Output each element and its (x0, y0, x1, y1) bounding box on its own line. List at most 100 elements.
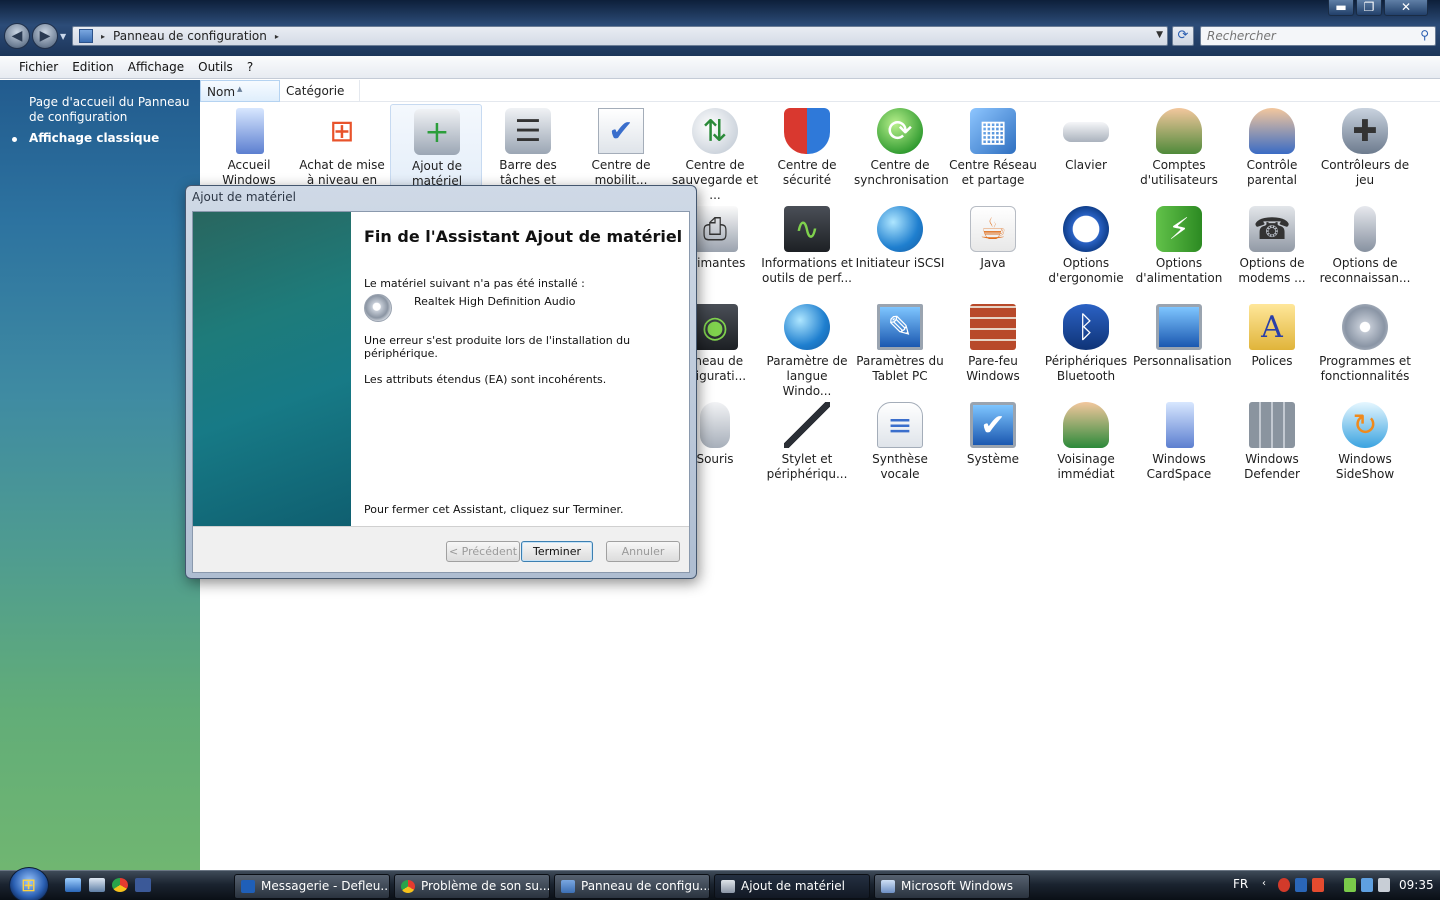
outlook-icon (241, 880, 255, 893)
item-pare-feu[interactable]: Pare-feu Windows (947, 300, 1039, 396)
taskbar-button-windows[interactable]: Microsoft Windows (874, 874, 1030, 899)
tray-alert-icon[interactable] (1312, 878, 1324, 892)
column-category[interactable]: Catégorie (280, 80, 360, 102)
forward-arrow-icon: ▶ (39, 28, 51, 44)
item-polices[interactable]: A Polices (1226, 300, 1318, 396)
maximize-button[interactable]: ❐ (1356, 0, 1382, 16)
forward-button[interactable]: ▶ (32, 23, 58, 49)
menu-edition[interactable]: Edition (65, 60, 121, 74)
item-windows-cardspace[interactable]: Windows CardSpace (1133, 398, 1225, 494)
breadcrumb-separator-icon[interactable]: ▸ (275, 32, 279, 41)
item-stylet[interactable]: Stylet et périphériqu... (761, 398, 853, 494)
item-synthese-vocale[interactable]: ≡ Synthèse vocale (854, 398, 946, 494)
chrome-icon[interactable] (112, 878, 128, 892)
cancel-button[interactable]: Annuler (606, 541, 680, 562)
item-initiateur-iscsi[interactable]: Initiateur iSCSI (854, 202, 946, 298)
people-near-me-icon (1063, 402, 1109, 448)
close-hint-text: Pour fermer cet Assistant, cliquez sur T… (364, 503, 624, 516)
wizard-heading: Fin de l'Assistant Ajout de matériel (364, 227, 683, 246)
defender-wall-icon (1249, 402, 1295, 448)
item-label: Polices (1251, 354, 1293, 368)
control-panel-home-link[interactable]: Page d'accueil du Panneau de configurati… (29, 95, 193, 125)
item-label: Clavier (1065, 158, 1107, 172)
item-label: Paramètres du Tablet PC (856, 354, 944, 383)
item-options-ergonomie[interactable]: Options d'ergonomie (1040, 202, 1132, 298)
switch-windows-icon[interactable] (89, 878, 105, 892)
menu-outils[interactable]: Outils (191, 60, 240, 74)
wizard-content: Fin de l'Assistant Ajout de matériel Le … (351, 212, 689, 526)
battery-icon[interactable] (1344, 878, 1356, 892)
item-informations-performances[interactable]: ∿ Informations et outils de perf... (761, 202, 853, 298)
breadcrumb-separator-icon[interactable]: ▸ (101, 32, 105, 41)
refresh-button[interactable]: ⟳ (1172, 26, 1194, 46)
start-button[interactable]: ⊞ (9, 867, 49, 900)
taskbar-button-add-hardware[interactable]: Ajout de matériel (714, 874, 870, 899)
search-input[interactable] (1201, 27, 1401, 45)
item-centre-securite[interactable]: Centre de sécurité (761, 104, 853, 200)
mobility-center-icon: ✔ (598, 108, 644, 154)
performance-monitor-icon: ∿ (784, 206, 830, 252)
taskbar-button-mail[interactable]: Messagerie - Defleu... (234, 874, 390, 899)
tray-shield-icon[interactable] (1295, 878, 1307, 892)
dialog-body: Fin de l'Assistant Ajout de matériel Le … (192, 211, 690, 573)
clock[interactable]: 09:35 (1399, 878, 1434, 892)
item-controleurs-jeu[interactable]: ✚ Contrôleurs de jeu (1319, 104, 1411, 200)
close-button[interactable]: ✕ (1384, 0, 1428, 16)
search-box[interactable]: ⚲ (1200, 26, 1436, 46)
item-systeme[interactable]: ✔ Système (947, 398, 1039, 494)
item-options-modems[interactable]: ☎ Options de modems ... (1226, 202, 1318, 298)
volume-muted-icon[interactable] (1378, 878, 1390, 892)
menu-help[interactable]: ? (240, 60, 260, 74)
address-bar[interactable]: ▸ Panneau de configuration ▸ ▼ (72, 26, 1168, 46)
item-parametre-langue[interactable]: Paramètre de langue Windo... (761, 300, 853, 398)
user-accounts-icon (1156, 108, 1202, 154)
item-windows-defender[interactable]: Windows Defender (1226, 398, 1318, 494)
item-label: Stylet et périphériqu... (766, 452, 848, 481)
show-desktop-icon[interactable] (65, 878, 81, 892)
minimize-button[interactable]: ▬ (1328, 0, 1354, 16)
item-controle-parental[interactable]: Contrôle parental (1226, 104, 1318, 200)
item-java[interactable]: ☕ Java (947, 202, 1039, 298)
item-comptes-utilisateurs[interactable]: Comptes d'utilisateurs (1133, 104, 1225, 200)
chrome-icon (401, 880, 415, 893)
item-label: Programmes et fonctionnalités (1319, 354, 1411, 383)
item-label: Centre de sécurité (777, 158, 837, 187)
bluetooth-icon: ᛒ (1063, 304, 1109, 350)
language-indicator[interactable]: FR (1233, 877, 1248, 891)
speaker-icon (364, 294, 392, 322)
classic-view-link[interactable]: Affichage classique (29, 131, 159, 145)
breadcrumb-control-panel[interactable]: Panneau de configuration (113, 29, 267, 43)
facebook-icon[interactable] (135, 878, 151, 892)
finish-button[interactable]: Terminer (521, 541, 593, 562)
item-parametres-tablet[interactable]: ✎ Paramètres du Tablet PC (854, 300, 946, 396)
item-programmes[interactable]: Programmes et fonctionnalités (1319, 300, 1411, 396)
item-centre-synchronisation[interactable]: ⟳ Centre de synchronisation (854, 104, 949, 200)
item-peripheriques-bluetooth[interactable]: ᛒ Périphériques Bluetooth (1040, 300, 1132, 396)
search-icon[interactable]: ⚲ (1420, 28, 1429, 42)
item-options-alimentation[interactable]: ⚡ Options d'alimentation (1133, 202, 1225, 298)
item-label: Paramètre de langue Windo... (766, 354, 848, 398)
column-name[interactable]: ▲ Nom (200, 80, 280, 102)
item-windows-sideshow[interactable]: ↻ Windows SideShow (1319, 398, 1411, 494)
back-button[interactable]: ◀ (4, 23, 30, 49)
taskbar-button-control-panel[interactable]: Panneau de configu... (554, 874, 710, 899)
item-voisinage-immediat[interactable]: Voisinage immédiat (1040, 398, 1132, 494)
network-icon[interactable] (1361, 878, 1373, 892)
item-label: Windows CardSpace (1146, 452, 1212, 481)
address-dropdown-icon[interactable]: ▼ (1156, 30, 1163, 40)
tray-app-icon[interactable] (1278, 878, 1290, 892)
item-clavier[interactable]: Clavier (1040, 104, 1132, 200)
item-centre-reseau[interactable]: ▦ Centre Réseau et partage (947, 104, 1039, 200)
tray-expand-chevron-icon[interactable]: ‹ (1262, 878, 1274, 892)
item-options-reconnaissance[interactable]: Options de reconnaissan... (1319, 202, 1411, 298)
menu-affichage[interactable]: Affichage (121, 60, 191, 74)
taskbar-button-chrome[interactable]: Problème de son su... (394, 874, 550, 899)
menu-fichier[interactable]: Fichier (12, 60, 65, 74)
wizard-side-banner (193, 212, 351, 526)
network-center-icon: ▦ (970, 108, 1016, 154)
item-personnalisation[interactable]: Personnalisation (1133, 300, 1232, 396)
previous-button[interactable]: < Précédent (446, 541, 520, 562)
recent-pages-chevron-icon[interactable]: ▼ (60, 32, 66, 41)
taskbar: ⊞ Messagerie - Defleu... Problème de son… (0, 867, 1440, 900)
control-panel-icon (79, 29, 93, 43)
